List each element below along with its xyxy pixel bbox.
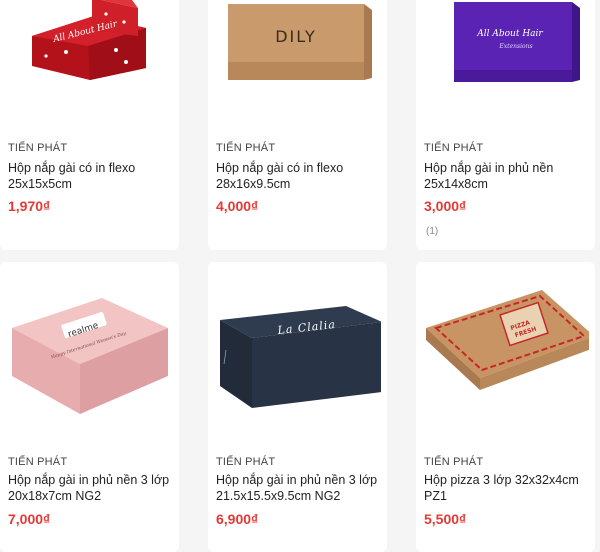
product-card[interactable]: PIZZA FRESH TIẾN PHÁT Hộp pizza 3 lớp 32… [416, 262, 595, 552]
seller-name: TIẾN PHÁT [424, 142, 484, 154]
product-card[interactable]: All About Hair TIẾN PHÁT Hộp nắp gài có … [0, 0, 179, 250]
seller-name: TIẾN PHÁT [216, 142, 276, 154]
seller-name: TIẾN PHÁT [8, 142, 68, 154]
seller-name: TIẾN PHÁT [8, 456, 68, 468]
svg-text:All About Hair: All About Hair [476, 29, 543, 39]
product-card[interactable]: La Clalia TIẾN PHÁT Hộp nắp gài in phủ n… [208, 262, 387, 552]
svg-text:DILY: DILY [275, 27, 317, 46]
product-price: 4,000₫ [216, 198, 259, 214]
product-title[interactable]: Hộp nắp gài in phủ nền 25x14x8cm [424, 160, 592, 192]
product-title[interactable]: Hộp pizza 3 lớp 32x32x4cm PZ1 [424, 472, 592, 504]
product-price: 1,970₫ [8, 198, 51, 214]
product-card[interactable]: DILY TIẾN PHÁT Hộp nắp gài có in flexo 2… [208, 0, 387, 250]
product-price: 7,000₫ [8, 511, 51, 527]
product-card[interactable]: All About Hair Extensions TIẾN PHÁT Hộp … [416, 0, 595, 250]
product-title[interactable]: Hộp nắp gài in phủ nền 3 lớp 20x18x7cm N… [8, 472, 176, 504]
product-image[interactable]: All About Hair [6, 0, 173, 100]
product-price: 3,000₫ [424, 198, 467, 214]
product-image[interactable]: All About Hair Extensions [422, 0, 589, 100]
seller-name: TIẾN PHÁT [216, 456, 276, 468]
product-image[interactable]: La Clalia [214, 268, 381, 440]
product-title[interactable]: Hộp nắp gài có in flexo 25x15x5cm [8, 160, 176, 192]
product-image[interactable]: realme Happy International Women's Day [6, 268, 173, 440]
review-count: (1) [426, 226, 439, 237]
product-price: 6,900₫ [216, 511, 259, 527]
seller-name: TIẾN PHÁT [424, 456, 484, 468]
product-card[interactable]: realme Happy International Women's Day T… [0, 262, 179, 552]
product-price: 5,500₫ [424, 511, 467, 527]
product-image[interactable]: DILY [214, 0, 381, 100]
svg-text:Extensions: Extensions [498, 43, 532, 50]
product-title[interactable]: Hộp nắp gài in phủ nền 3 lớp 21.5x15.5x9… [216, 472, 384, 504]
product-image[interactable]: PIZZA FRESH [422, 268, 589, 440]
product-title[interactable]: Hộp nắp gài có in flexo 28x16x9.5cm [216, 160, 384, 192]
